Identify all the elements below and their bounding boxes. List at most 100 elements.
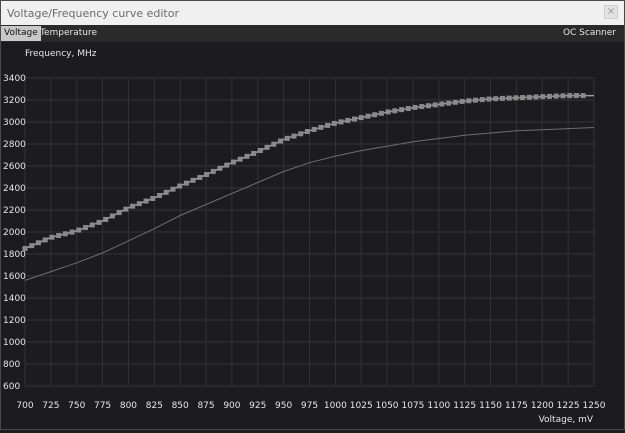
curve-point[interactable] xyxy=(264,144,270,150)
curve-point[interactable] xyxy=(345,117,351,123)
curve-point[interactable] xyxy=(136,201,142,207)
curve-point[interactable] xyxy=(499,95,505,101)
curve-point[interactable] xyxy=(109,213,115,219)
y-tick-label: 3200 xyxy=(3,96,26,106)
curve-point[interactable] xyxy=(526,94,532,100)
close-icon[interactable]: × xyxy=(604,5,618,19)
curve-point[interactable] xyxy=(278,138,284,144)
curve-point[interactable] xyxy=(365,113,371,119)
curve-point[interactable] xyxy=(56,233,62,239)
curve-point[interactable] xyxy=(412,104,418,110)
curve-point[interactable] xyxy=(358,115,364,121)
curve-point[interactable] xyxy=(311,126,317,132)
curve-point[interactable] xyxy=(83,225,89,231)
curve-point[interactable] xyxy=(96,219,102,225)
curve-point[interactable] xyxy=(210,168,216,174)
curve-point[interactable] xyxy=(405,105,411,111)
curve-point[interactable] xyxy=(573,93,579,99)
curve-point[interactable] xyxy=(62,231,68,237)
curve-point[interactable] xyxy=(130,203,136,209)
curve-point[interactable] xyxy=(271,141,277,147)
curve-point[interactable] xyxy=(513,95,519,101)
curve-point[interactable] xyxy=(560,93,566,99)
curve-point[interactable] xyxy=(547,93,553,99)
curve-point[interactable] xyxy=(217,165,223,171)
curve-point[interactable] xyxy=(580,93,586,99)
window-titlebar[interactable]: Voltage/Frequency curve editor × xyxy=(1,1,624,25)
curve-point[interactable] xyxy=(553,93,559,99)
x-tick-label: 775 xyxy=(94,401,111,411)
curve-point[interactable] xyxy=(331,120,337,126)
curve-point[interactable] xyxy=(466,98,472,104)
curve-point[interactable] xyxy=(123,206,129,212)
curve-point[interactable] xyxy=(22,246,28,251)
vf-chart-area[interactable]: 600 800 1000 1200 1400 1600 1800 2000 2200 2400 26… xyxy=(1,42,624,429)
curve-point[interactable] xyxy=(520,95,526,101)
curve-point[interactable] xyxy=(170,186,176,192)
curve-point[interactable] xyxy=(257,147,263,153)
curve-point[interactable] xyxy=(459,98,465,104)
curve-point[interactable] xyxy=(251,150,257,156)
curve-point[interactable] xyxy=(567,93,573,99)
curve-point[interactable] xyxy=(103,216,109,222)
curve-point[interactable] xyxy=(325,122,331,128)
curve-point[interactable] xyxy=(197,174,203,180)
oc-scanner-button[interactable]: OC Scanner xyxy=(563,26,616,41)
curve-point[interactable] xyxy=(432,102,438,108)
curve-point[interactable] xyxy=(150,195,156,201)
curve-point[interactable] xyxy=(493,96,499,102)
curve-point[interactable] xyxy=(372,112,378,118)
curve-point[interactable] xyxy=(183,180,189,186)
curve-point[interactable] xyxy=(378,110,384,116)
curve-point[interactable] xyxy=(230,159,236,165)
curve-point[interactable] xyxy=(237,156,243,162)
curve-point[interactable] xyxy=(425,103,431,109)
curve-point[interactable] xyxy=(177,183,183,189)
curve-point[interactable] xyxy=(35,240,41,246)
y-tick-label: 1400 xyxy=(3,294,26,304)
curve-point[interactable] xyxy=(156,192,162,198)
curve-point[interactable] xyxy=(479,97,485,103)
curve-point[interactable] xyxy=(163,189,169,195)
curve-point[interactable] xyxy=(452,99,458,105)
curve-point[interactable] xyxy=(291,133,297,139)
curve-point[interactable] xyxy=(533,94,539,100)
x-tick-label: 850 xyxy=(172,401,189,411)
x-tick-label: 700 xyxy=(16,401,33,411)
x-tick-label: 1075 xyxy=(402,401,425,411)
curve-point[interactable] xyxy=(392,108,398,114)
curve-point[interactable] xyxy=(143,198,149,204)
curve-point[interactable] xyxy=(446,100,452,106)
curve-point[interactable] xyxy=(385,109,391,115)
curve-point[interactable] xyxy=(42,237,48,243)
curve-point[interactable] xyxy=(190,177,196,183)
curve-point[interactable] xyxy=(304,129,310,135)
curve-point[interactable] xyxy=(298,131,304,137)
curve-point[interactable] xyxy=(540,94,546,100)
curve-point[interactable] xyxy=(318,124,324,130)
curve-point[interactable] xyxy=(439,101,445,107)
curve-point[interactable] xyxy=(76,227,82,233)
vf-curve-chart[interactable]: 600 800 1000 1200 1400 1600 1800 2000 2200 2400 26… xyxy=(1,42,624,429)
x-tick-label: 975 xyxy=(301,401,318,411)
curve-point[interactable] xyxy=(506,95,512,101)
curve-point[interactable] xyxy=(49,234,55,240)
curve-point[interactable] xyxy=(29,243,35,249)
y-tick-label: 600 xyxy=(3,382,20,392)
curve-point[interactable] xyxy=(116,210,122,216)
curve-point[interactable] xyxy=(473,97,479,103)
curve-point[interactable] xyxy=(419,104,425,110)
tab-voltage[interactable]: Voltage xyxy=(1,26,41,41)
curve-point[interactable] xyxy=(224,162,230,168)
curve-point[interactable] xyxy=(352,116,358,122)
curve-point[interactable] xyxy=(89,222,95,228)
curve-point[interactable] xyxy=(69,229,75,235)
curve-point[interactable] xyxy=(244,153,250,159)
curve-point[interactable] xyxy=(399,107,405,113)
curve-point[interactable] xyxy=(284,135,290,141)
curve-point[interactable] xyxy=(204,172,210,178)
curve-point[interactable] xyxy=(338,119,344,125)
tab-temperature[interactable]: Temperature xyxy=(37,26,100,41)
curve-point[interactable] xyxy=(486,96,492,102)
x-tick-label: 900 xyxy=(223,401,240,411)
